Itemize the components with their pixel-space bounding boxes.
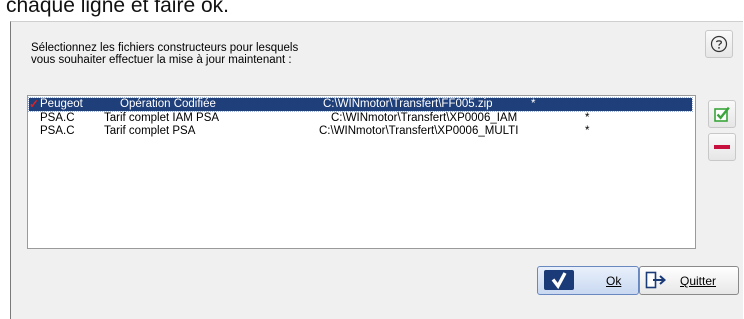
help-button[interactable] <box>705 30 733 58</box>
instructions-line-2: vous souhaiter effectuer la mise à jour … <box>31 54 292 66</box>
list-item[interactable]: PSA.C Tarif complet IAM PSA C:\WINmotor\… <box>29 112 692 125</box>
quit-label: Quitter <box>680 274 717 288</box>
row-path: C:\WINmotor\Transfert\XP0006_IAM <box>331 112 518 124</box>
checkmark-icon <box>544 270 574 290</box>
row-path: C:\WINmotor\Transfert\XP0006_MULTI <box>319 125 519 137</box>
exit-door-icon <box>645 271 667 289</box>
row-brand: PSA.C <box>40 125 75 137</box>
instructions-line-1: Sélectionnez les fichiers constructeurs … <box>31 42 299 54</box>
checkmark-glyph <box>551 272 567 290</box>
list-item[interactable]: ✓ Peugeot Opération Codifiée C:\WINmotor… <box>28 97 693 112</box>
checkbox-checked-icon <box>714 106 730 122</box>
minus-icon <box>714 145 730 149</box>
select-all-button[interactable] <box>708 100 736 128</box>
help-question-icon <box>710 35 728 53</box>
file-list[interactable]: ✓ Peugeot Opération Codifiée C:\WINmotor… <box>27 95 696 249</box>
row-check-mark[interactable]: ✓ <box>29 98 39 111</box>
row-flag: * <box>585 125 590 137</box>
row-description: Opération Codifiée <box>120 98 216 110</box>
update-dialog: Sélectionnez les fichiers constructeurs … <box>10 21 743 319</box>
row-description: Tarif complet IAM PSA <box>104 112 220 124</box>
row-brand: Peugeot <box>40 98 83 110</box>
caption-text: chaque ligne et faire ok. <box>6 0 229 17</box>
instructions-text: Sélectionnez les fichiers constructeurs … <box>31 42 298 66</box>
row-description: Tarif complet PSA <box>104 125 196 137</box>
quit-button[interactable]: Quitter <box>639 266 739 295</box>
row-brand: PSA.C <box>40 112 75 124</box>
row-flag: * <box>531 98 536 110</box>
ok-label: Ok <box>606 274 622 288</box>
list-item[interactable]: PSA.C Tarif complet PSA C:\WINmotor\Tran… <box>29 125 692 138</box>
row-flag: * <box>585 112 590 124</box>
ok-button[interactable]: Ok <box>537 266 639 295</box>
remove-button[interactable] <box>708 133 736 161</box>
row-path: C:\WINmotor\Transfert\FF005.zip <box>323 98 493 110</box>
